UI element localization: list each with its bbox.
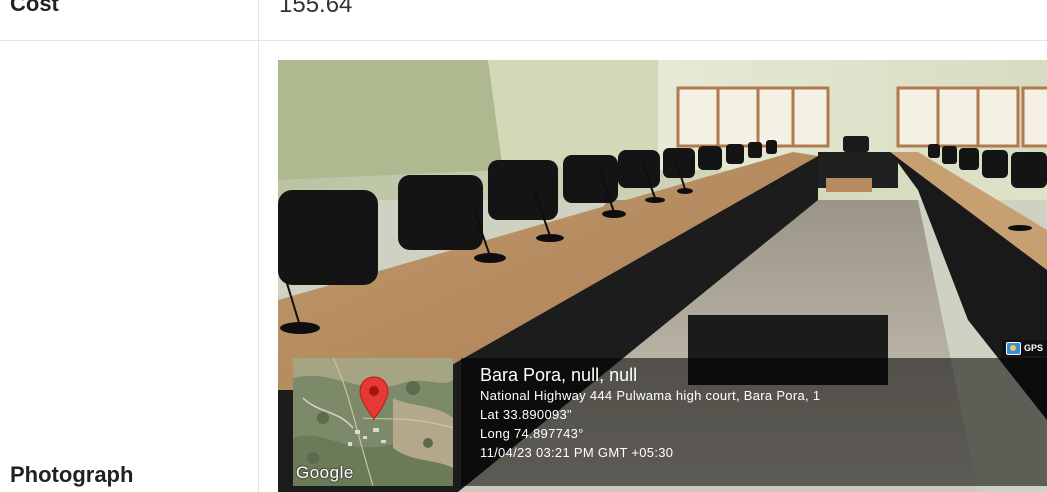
- location-pin-icon: [359, 376, 389, 420]
- photograph-label: Photograph: [10, 462, 134, 487]
- geotagged-photograph[interactable]: GPS Google Bara Pora, null, null Nationa…: [278, 60, 1047, 492]
- gps-camera-badge: GPS: [1001, 340, 1047, 356]
- geotag-address: National Highway 444 Pulwama high court,…: [480, 388, 821, 403]
- geotag-overlay: Google Bara Pora, null, null National Hi…: [293, 358, 1047, 486]
- geotag-longitude: Long 74.897743°: [480, 426, 584, 441]
- cost-value: 155.64: [279, 0, 353, 18]
- cost-label: Cost: [10, 0, 59, 16]
- geotag-info: Bara Pora, null, null National Highway 4…: [461, 358, 1047, 486]
- map-thumbnail: Google: [293, 358, 453, 486]
- gps-camera-label: GPS: [1023, 343, 1043, 353]
- details-table: Cost 155.64 Photograph GPS Google Bara P…: [0, 0, 1047, 492]
- column-divider: [258, 0, 259, 492]
- geotag-timestamp: 11/04/23 03:21 PM GMT +05:30: [480, 445, 674, 460]
- google-logo: Google: [296, 463, 354, 482]
- geotag-place: Bara Pora, null, null: [480, 365, 638, 385]
- geotag-latitude: Lat 33.890093": [480, 407, 572, 422]
- gps-camera-icon: [1005, 341, 1021, 355]
- row-divider: [0, 40, 1047, 41]
